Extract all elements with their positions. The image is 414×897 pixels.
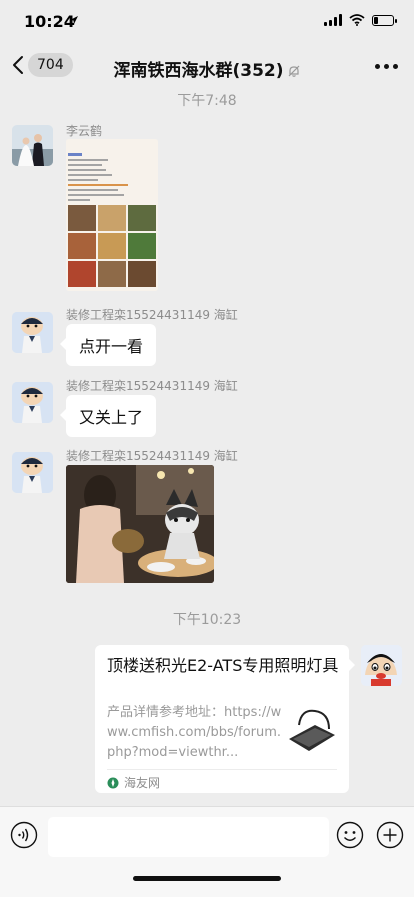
voice-icon[interactable] bbox=[10, 821, 38, 849]
avatar[interactable] bbox=[12, 382, 53, 423]
compass-icon bbox=[107, 777, 119, 788]
status-bar: 10:24 bbox=[0, 0, 414, 44]
photo-dog-restaurant-image bbox=[66, 465, 214, 583]
message-list[interactable]: 下午7:48 李云鹤 装修工程栾15524431149 海缸 点开一看 装修工程… bbox=[0, 90, 414, 806]
image-message[interactable] bbox=[66, 465, 214, 583]
timestamp-separator: 下午10:23 bbox=[172, 612, 242, 628]
bell-off-icon bbox=[288, 65, 299, 77]
product-thumbnail-image bbox=[285, 703, 339, 757]
signal-icon bbox=[324, 14, 342, 26]
more-dots-icon bbox=[393, 64, 398, 69]
image-message[interactable] bbox=[66, 139, 158, 291]
avatar[interactable] bbox=[12, 312, 53, 353]
sender-name: 装修工程栾15524431149 海缸 bbox=[66, 379, 238, 393]
link-description: 产品详情参考地址：https://www.cmfish.com/bbs/foru… bbox=[107, 705, 282, 760]
link-title: 顶楼送积光E2-ATS专用照明灯具 bbox=[107, 656, 339, 675]
cartoon-avatar bbox=[12, 312, 53, 353]
home-indicator bbox=[133, 876, 281, 881]
sender-name: 李云鹤 bbox=[66, 124, 103, 138]
avatar[interactable] bbox=[12, 125, 53, 166]
message-input[interactable] bbox=[48, 817, 329, 857]
my-avatar[interactable] bbox=[361, 645, 402, 686]
link-source: 海友网 bbox=[107, 774, 160, 791]
link-source-name: 海友网 bbox=[124, 776, 161, 790]
avatar[interactable] bbox=[12, 452, 53, 493]
chat-header: 704 浑南铁西海水群(352) bbox=[0, 44, 414, 90]
text-message[interactable]: 又关上了 bbox=[59, 395, 157, 437]
group-name: 浑南铁西海水群(352) bbox=[113, 61, 284, 81]
plus-icon[interactable] bbox=[376, 821, 404, 849]
wifi-icon bbox=[349, 14, 365, 26]
cartoon-avatar bbox=[361, 645, 402, 686]
status-time: 10:24 bbox=[24, 12, 75, 31]
more-dots-icon bbox=[375, 64, 380, 69]
emoji-icon[interactable] bbox=[336, 821, 364, 849]
more-options-button[interactable] bbox=[375, 64, 398, 69]
sender-name: 装修工程栾15524431149 海缸 bbox=[66, 308, 238, 322]
location-arrow-icon bbox=[70, 16, 78, 24]
status-indicators bbox=[324, 14, 397, 26]
battery-icon bbox=[372, 14, 397, 26]
wedding-photo-avatar bbox=[12, 125, 53, 166]
divider bbox=[107, 769, 337, 770]
sender-name: 装修工程栾15524431149 海缸 bbox=[66, 449, 238, 463]
cartoon-avatar bbox=[12, 452, 53, 493]
more-dots-icon bbox=[384, 64, 389, 69]
promo-poster-image bbox=[66, 139, 158, 291]
timestamp-separator: 下午7:48 bbox=[177, 93, 237, 109]
battery-level bbox=[374, 16, 378, 24]
cartoon-avatar bbox=[12, 382, 53, 423]
text-message[interactable]: 点开一看 bbox=[59, 324, 157, 366]
link-card-message[interactable]: 顶楼送积光E2-ATS专用照明灯具 产品详情参考地址：https://www.c… bbox=[95, 645, 355, 793]
input-bar bbox=[0, 806, 414, 897]
chat-title: 浑南铁西海水群(352) bbox=[0, 56, 414, 81]
